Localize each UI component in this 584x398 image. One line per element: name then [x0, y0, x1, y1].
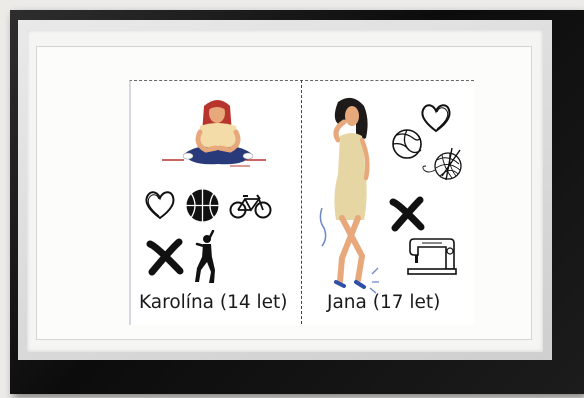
jana-name-label: Jana (17 let)	[327, 292, 441, 313]
cross-icon	[146, 238, 184, 276]
karolina-name-label: Karolína (14 let)	[139, 292, 288, 313]
yarn-ball-icon	[422, 147, 462, 181]
volleyball-icon	[392, 129, 422, 159]
basketball-icon	[186, 189, 219, 222]
dancer-icon	[195, 230, 215, 283]
card-divider	[301, 80, 302, 324]
cross-icon	[389, 196, 425, 232]
bicycle-icon	[229, 194, 272, 219]
sitting-girl-illustration	[162, 100, 266, 167]
sewing-machine-icon	[407, 238, 457, 275]
heart-icon	[145, 191, 175, 220]
heart-icon	[421, 104, 451, 133]
standing-woman-illustration	[319, 97, 379, 294]
